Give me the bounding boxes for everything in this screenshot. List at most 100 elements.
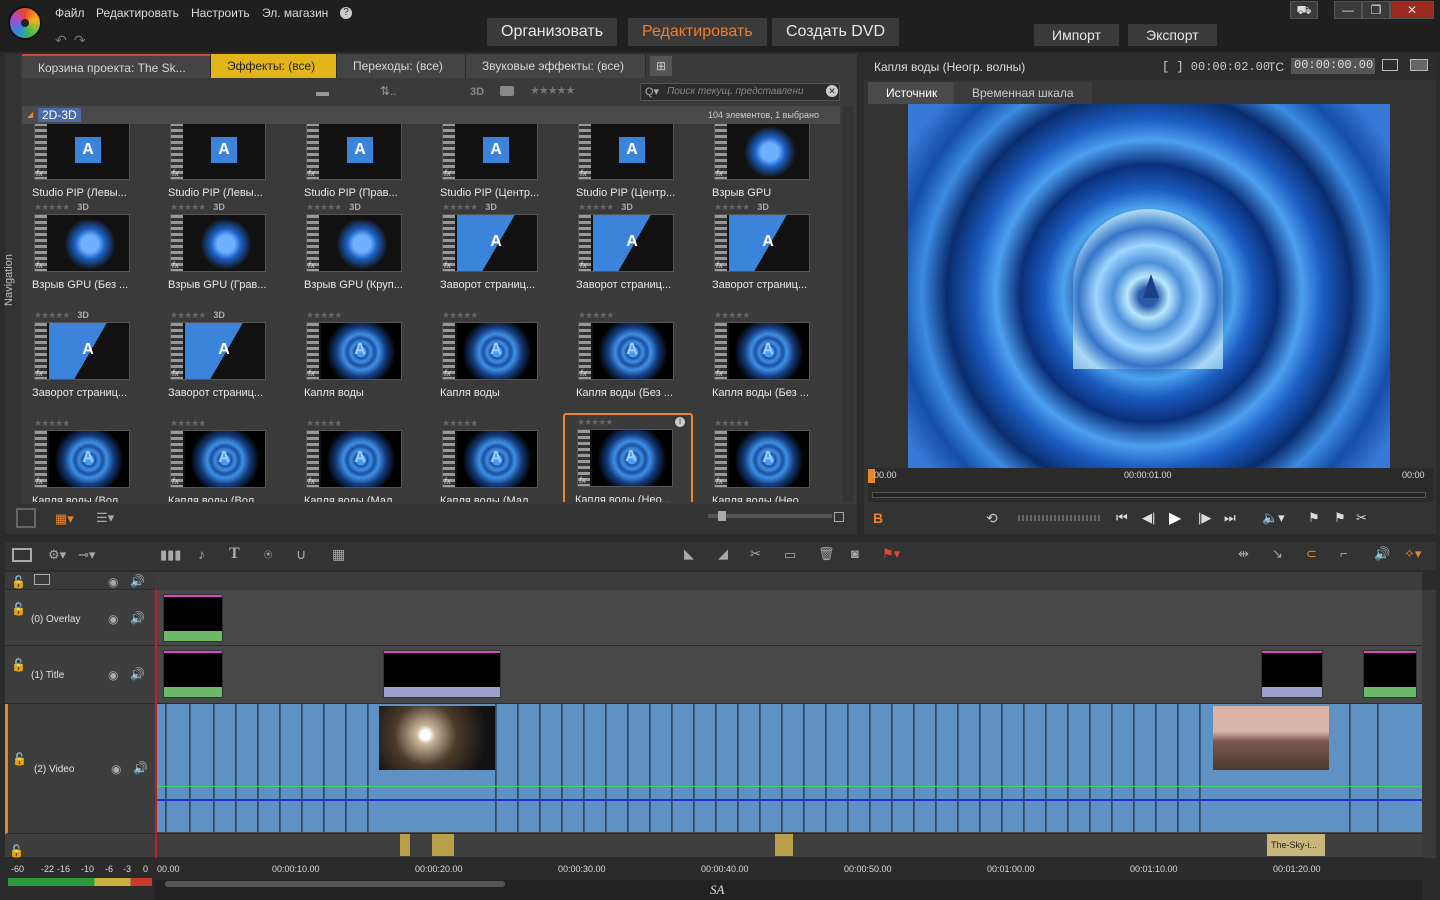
video-clip-boundary[interactable] <box>1111 704 1113 832</box>
speaker-icon[interactable]: 🔊 <box>133 761 148 775</box>
title-clip[interactable] <box>163 650 223 698</box>
timecode-field[interactable]: 00:00:00.00 <box>1291 58 1375 74</box>
minimize-button[interactable]: — <box>1334 1 1362 19</box>
rating-stars-icon[interactable]: ★★★★★ 3D <box>170 202 225 213</box>
video-clip-boundary[interactable] <box>301 704 303 832</box>
thumbnail-size-slider[interactable] <box>708 511 832 521</box>
marker-left-icon[interactable]: ◣ <box>684 546 694 562</box>
overlay-clip[interactable] <box>163 594 223 642</box>
audio-scrub-icon[interactable]: 🔊 <box>1374 546 1390 562</box>
tab-timeline[interactable]: Временная шкала <box>954 82 1092 104</box>
video-clip-boundary[interactable] <box>517 704 519 832</box>
tab-sound-effects[interactable]: Звуковые эффекты: (все) <box>466 54 646 78</box>
video-clip-boundary[interactable] <box>561 704 563 832</box>
title-clip[interactable] <box>1363 650 1417 698</box>
effect-item[interactable]: ★★★★★ Afx Капля воды (Мал... <box>430 416 560 502</box>
title-text-icon[interactable]: T <box>229 545 240 563</box>
step-back-icon[interactable]: ◀| <box>1142 510 1155 526</box>
eye-icon[interactable]: ◉ <box>111 762 121 776</box>
video-clip-boundary[interactable] <box>1133 704 1135 832</box>
video-clip-fireworks[interactable] <box>379 706 495 770</box>
video-clip-boundary[interactable] <box>715 704 717 832</box>
lock-icon[interactable]: 🔓 <box>11 602 26 616</box>
music-icon[interactable]: ♪ <box>198 546 205 562</box>
navigation-strip[interactable]: Navigation <box>3 54 21 534</box>
video-clip-boundary[interactable] <box>1177 704 1179 832</box>
audio-clip-sky[interactable]: The-Sky-i... <box>1267 834 1325 856</box>
eye-icon[interactable]: ◉ <box>108 575 118 589</box>
speaker-icon[interactable]: 🔊 <box>130 574 145 588</box>
video-clip-boundary[interactable] <box>1023 704 1025 832</box>
effect-item[interactable]: ★★★★★ Afx Капля воды (Мал... <box>294 416 424 502</box>
list-view-icon[interactable]: ☰▾ <box>96 510 114 526</box>
magnet-icon[interactable]: ⊂ <box>1306 546 1317 562</box>
menu-setup[interactable]: Настроить <box>191 6 250 20</box>
effect-item[interactable]: ★★★★★ 3D fx Взрыв GPU (Без ... <box>22 200 152 308</box>
play-icon[interactable]: ▶ <box>1169 508 1181 528</box>
step-forward-icon[interactable]: |▶ <box>1198 510 1211 526</box>
title-clip[interactable] <box>1261 650 1323 698</box>
eye-icon[interactable]: ◉ <box>108 612 118 626</box>
monitor-icon[interactable] <box>34 574 50 585</box>
rating-stars-icon[interactable]: ★★★★★ <box>34 418 70 429</box>
video-clip-boundary[interactable] <box>1067 704 1069 832</box>
video-clip-boundary[interactable] <box>165 704 167 832</box>
library-search-input[interactable]: Поиск текущ. представлени <box>640 83 840 101</box>
mark-out-icon[interactable]: ⚑ <box>1334 510 1346 526</box>
effect-item[interactable]: ★★★★★ 3D Afx Заворот страниц... <box>702 200 832 308</box>
audio-mixer-icon[interactable]: ▮▮▮ <box>160 547 181 563</box>
track-header-title[interactable]: 🔓 (1) Title ◉ 🔊 <box>5 646 155 704</box>
timeline-ruler[interactable]: 00.00 00:00:10.00 00:00:20.00 00:00:30.00 00… <box>155 858 1422 880</box>
video-clip-boundary[interactable] <box>759 704 761 832</box>
add-tab-icon[interactable]: ⊞ <box>650 56 672 76</box>
effect-item[interactable]: ★★★★★ Afx Капля воды (Нео... i <box>563 413 693 502</box>
lock-icon[interactable]: 🔓 <box>11 575 26 589</box>
video-clip-boundary[interactable] <box>1155 704 1157 832</box>
rating-stars-icon[interactable]: ★★★★★ 3D <box>578 202 633 213</box>
video-clip-boundary[interactable] <box>279 704 281 832</box>
video-clip-boundary[interactable] <box>649 704 651 832</box>
tab-effects[interactable]: Эффекты: (все) <box>211 54 337 78</box>
video-clip-boundary[interactable] <box>189 704 191 832</box>
go-to-end-icon[interactable]: ⏭ <box>1224 510 1236 526</box>
video-clip-boundary[interactable] <box>235 704 237 832</box>
mode-dvd-button[interactable]: Создать DVD <box>772 18 900 46</box>
folder-icon[interactable]: ▬ <box>316 84 329 99</box>
video-clip-boundary[interactable] <box>803 704 805 832</box>
audio-track[interactable]: The-Sky-i... <box>155 834 1422 858</box>
video-clip-boundary[interactable] <box>213 704 215 832</box>
lock-icon[interactable]: 🔓 <box>9 844 24 858</box>
lock-icon[interactable]: 🔓 <box>11 658 26 672</box>
video-clip-boundary[interactable] <box>1089 704 1091 832</box>
effect-item[interactable]: ★★★★★ 3D Afx Заворот страниц... <box>158 308 288 416</box>
effect-item[interactable]: ★★★★★ 3D fx Взрыв GPU (Круп... <box>294 200 424 308</box>
video-clip-boundary[interactable] <box>367 704 369 832</box>
rating-stars-icon[interactable]: ★★★★★ 3D <box>34 310 89 321</box>
effect-item[interactable]: ★★★★★ 3D Afx Заворот страниц... <box>566 200 696 308</box>
gear-icon[interactable]: ⚙▾ <box>48 547 66 563</box>
video-clip-boundary[interactable] <box>671 704 673 832</box>
mode-edit-button[interactable]: Редактировать <box>628 18 767 46</box>
overlay-track[interactable] <box>155 590 1422 646</box>
video-clip-boundary[interactable] <box>1199 704 1201 832</box>
mode-organize-button[interactable]: Организовать <box>487 18 618 46</box>
video-clip-boundary[interactable] <box>583 704 585 832</box>
video-clip-boundary[interactable] <box>935 704 937 832</box>
menu-edit[interactable]: Редактировать <box>96 6 179 20</box>
video-clip-boundary[interactable] <box>869 704 871 832</box>
video-clip-boundary[interactable] <box>913 704 915 832</box>
rating-stars-icon[interactable]: ★★★★★ 3D <box>306 202 361 213</box>
video-clip-boundary[interactable] <box>825 704 827 832</box>
video-clip-boundary[interactable] <box>257 704 259 832</box>
tab-source[interactable]: Источник <box>868 82 956 104</box>
video-clip-boundary[interactable] <box>323 704 325 832</box>
track-header-video[interactable]: 🔓 (2) Video ◉ 🔊 <box>5 704 155 834</box>
video-clip-boundary[interactable] <box>1349 704 1351 832</box>
rating-stars-icon[interactable]: ★★★★★ <box>714 310 750 321</box>
library-scrollbar[interactable] <box>842 106 854 502</box>
razor-icon[interactable]: ✂ <box>750 546 761 562</box>
marker-right-icon[interactable]: ◢ <box>718 546 728 562</box>
ripple-icon[interactable]: ⇹ <box>1238 546 1249 562</box>
lock-icon[interactable]: 🔓 <box>12 752 27 766</box>
rating-stars-icon[interactable]: ★★★★★ <box>170 418 206 429</box>
